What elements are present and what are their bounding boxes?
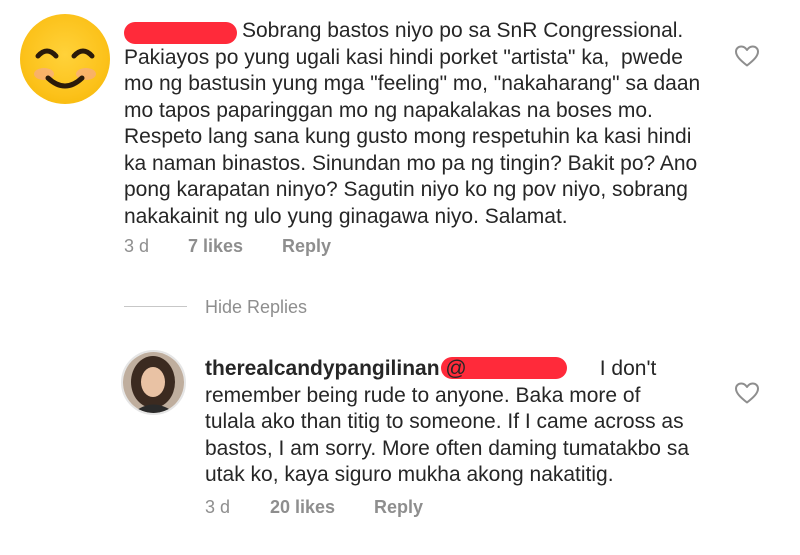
heart-outline-icon — [735, 45, 759, 67]
comment-timestamp: 3 d — [124, 236, 150, 256]
hide-replies-button[interactable]: Hide Replies — [205, 297, 307, 318]
reply-line: tulala ako than titig to someone. If I c… — [205, 410, 684, 433]
comment-line: pong karapatan ninyo? Sagutin niyo ko ng… — [124, 178, 688, 201]
heart-outline-icon — [735, 382, 759, 404]
reply-line: I don't — [599, 357, 657, 380]
reply-first-line: therealcandypangilinan @ I don't — [205, 356, 725, 383]
comment-line: mo tapos paparinggan mo ng napakalakas n… — [124, 98, 653, 122]
smiling-face-emoji-icon — [34, 48, 96, 89]
replies-divider — [124, 306, 187, 307]
comment-line: Sobrang bastos niyo po sa SnR Congressio… — [242, 19, 684, 42]
reply-line: bastos, I am sorry. More often daming tu… — [205, 436, 689, 460]
comment-line: Pakiayos po yung ugali kasi hindi porket… — [124, 45, 683, 69]
comment-body: Sobrang bastos niyo po sa SnR Congressio… — [124, 18, 724, 230]
comment-line: ka naman binastos. Sinundan mo pa ng tin… — [124, 151, 698, 175]
comment-line: mo ng bastusin yung mga "feeling" mo, "n… — [124, 72, 701, 95]
commenter-avatar[interactable] — [20, 14, 110, 104]
profile-photo-icon — [123, 352, 184, 413]
comment-line: nakakainit ng ulo yung ginagawa niyo. Sa… — [124, 204, 568, 228]
reply-mention-prefix[interactable]: @ — [445, 357, 466, 380]
comment-line: Respeto lang sana kung gusto mong respet… — [124, 125, 692, 148]
reply-username[interactable]: therealcandypangilinan — [205, 357, 440, 380]
comment-likes-link[interactable]: 7 likes — [188, 236, 243, 257]
like-comment-button[interactable] — [734, 44, 760, 68]
reply-likes-link[interactable]: 20 likes — [270, 497, 335, 518]
reply-timestamp: 3 d — [205, 497, 231, 517]
reply-reply-button[interactable]: Reply — [374, 497, 423, 518]
reply-body: therealcandypangilinan @ I don't remember… — [205, 356, 725, 489]
reply-line: remember being rude to anyone. Baka more… — [205, 383, 641, 407]
reply-author-avatar[interactable] — [121, 350, 186, 415]
comment-reply-button[interactable]: Reply — [282, 236, 331, 257]
like-reply-button[interactable] — [734, 381, 760, 405]
reply-line: utak ko, kaya siguro mukha akong nakatit… — [205, 463, 614, 486]
